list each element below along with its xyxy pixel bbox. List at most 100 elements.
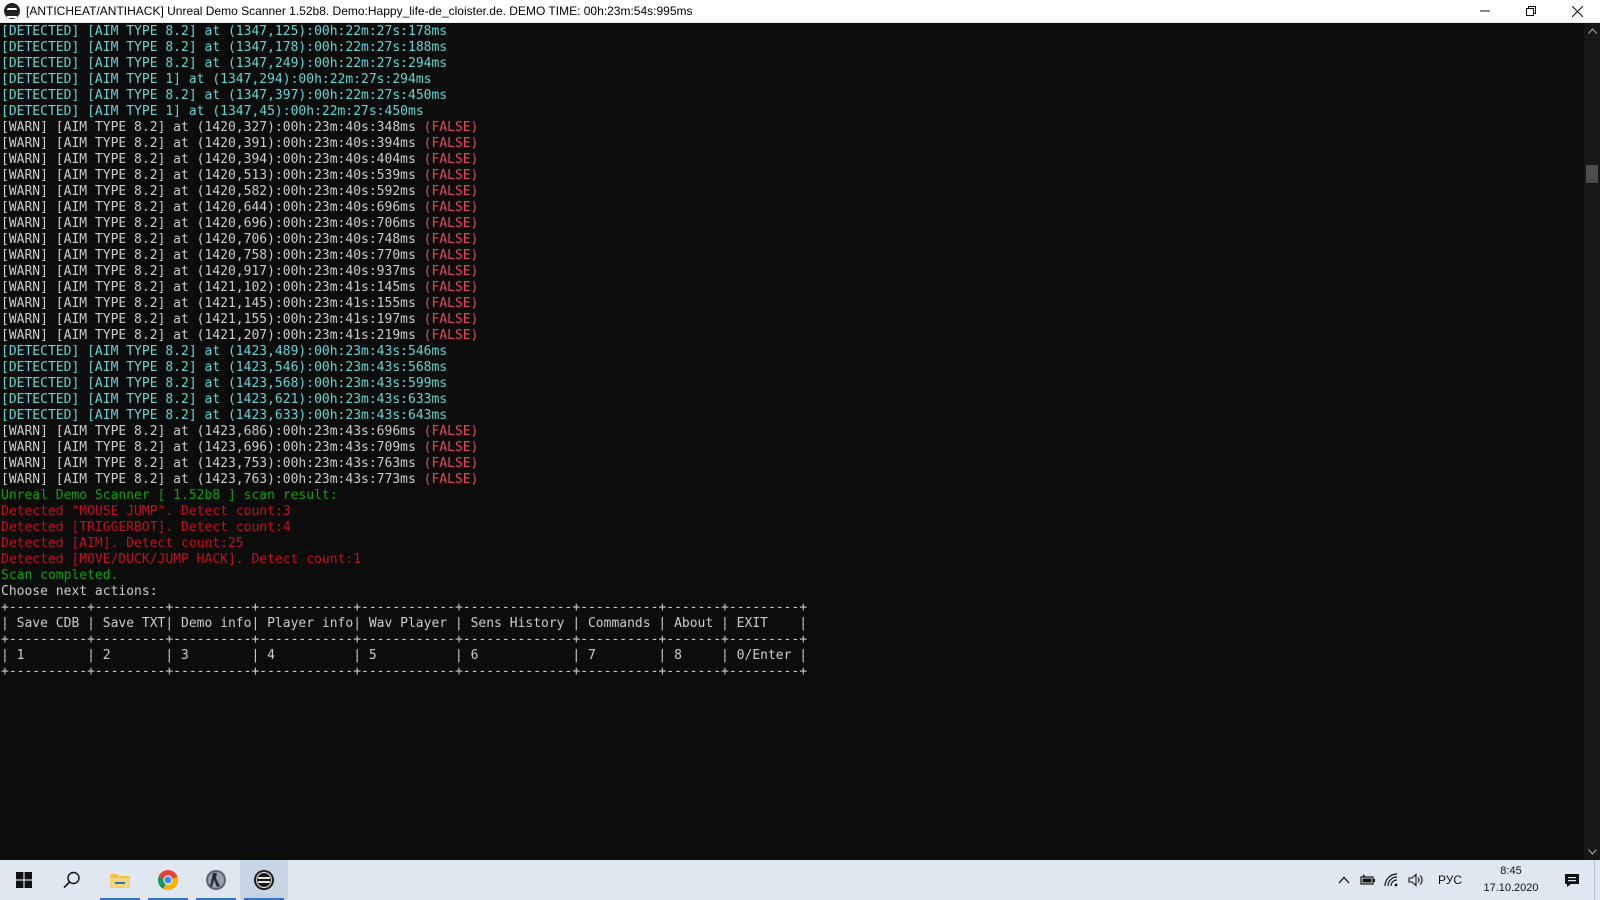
console-line-segment: [WARN] [AIM TYPE 8.2] at (1423,686):00h:… <box>1 424 424 439</box>
console-line: [DETECTED] [AIM TYPE 8.2] at (1423,568):… <box>1 376 1584 392</box>
console-line-segment: [WARN] [AIM TYPE 8.2] at (1420,644):00h:… <box>1 200 424 215</box>
system-tray: РУС 8:45 17.10.2020 <box>1332 860 1600 900</box>
console-line: [WARN] [AIM TYPE 8.2] at (1423,763):00h:… <box>1 472 1584 488</box>
menu-table-separator: | <box>87 648 103 663</box>
console-line-segment: (FALSE) <box>423 440 479 455</box>
menu-table-separator: | <box>454 648 471 663</box>
menu-option-label[interactable]: Sens History <box>471 616 573 632</box>
menu-option-key[interactable]: 0/Enter <box>737 648 800 664</box>
network-tray-button[interactable] <box>1380 860 1404 900</box>
console-line: [WARN] [AIM TYPE 8.2] at (1420,582):00h:… <box>1 184 1584 200</box>
taskbar-chrome[interactable] <box>144 860 192 900</box>
close-button[interactable] <box>1554 0 1600 23</box>
battery-tray-button[interactable] <box>1356 860 1380 900</box>
console-line-segment: [WARN] [AIM TYPE 8.2] at (1420,391):00h:… <box>1 136 424 151</box>
console-line: [WARN] [AIM TYPE 8.2] at (1421,102):00h:… <box>1 280 1584 296</box>
console-line: [DETECTED] [AIM TYPE 8.2] at (1423,633):… <box>1 408 1584 424</box>
console-line: Detected [TRIGGERBOT]. Detect count:4 <box>1 520 1584 536</box>
menu-option-label[interactable]: Wav Player <box>369 616 455 632</box>
console-line-segment: [WARN] [AIM TYPE 8.2] at (1420,513):00h:… <box>1 168 424 183</box>
console-line-segment: (FALSE) <box>423 232 479 247</box>
title-bar[interactable]: [ANTICHEAT/ANTIHACK] Unreal Demo Scanner… <box>0 0 1600 23</box>
menu-table-separator: | <box>721 616 737 631</box>
console-line-segment: (FALSE) <box>423 472 479 487</box>
console-line-segment: [WARN] [AIM TYPE 8.2] at (1420,917):00h:… <box>1 264 424 279</box>
clock[interactable]: 8:45 17.10.2020 <box>1472 863 1550 897</box>
show-desktop-button[interactable] <box>1594 860 1600 900</box>
menu-option-label[interactable]: Save TXT <box>103 616 166 632</box>
console-line: Unreal Demo Scanner [ 1.52b8 ] scan resu… <box>1 488 1584 504</box>
console-line-segment: (FALSE) <box>423 216 479 231</box>
menu-option-label[interactable]: Player info <box>267 616 353 632</box>
console-line-segment: (FALSE) <box>423 456 479 471</box>
chevron-up-icon <box>1338 876 1350 884</box>
menu-option-key[interactable]: 1 <box>17 648 87 664</box>
taskbar-counter-strike[interactable] <box>192 860 240 900</box>
taskbar-demo-scanner[interactable] <box>240 860 288 900</box>
menu-option-label[interactable]: Save CDB <box>17 616 87 632</box>
folder-icon <box>110 874 130 888</box>
menu-option-key[interactable]: 3 <box>181 648 251 664</box>
console-line-segment: (FALSE) <box>423 280 479 295</box>
console-line-segment: [DETECTED] [AIM TYPE 8.2] at (1347,125):… <box>1 24 448 39</box>
vertical-scrollbar[interactable] <box>1584 23 1600 860</box>
scanner-icon <box>254 870 274 890</box>
volume-tray-button[interactable] <box>1404 860 1428 900</box>
menu-option-key[interactable]: 6 <box>471 648 573 664</box>
console-line: [DETECTED] [AIM TYPE 1] at (1347,45):00h… <box>1 104 1584 120</box>
menu-table-separator: | <box>454 616 471 631</box>
console-line: [WARN] [AIM TYPE 8.2] at (1420,327):00h:… <box>1 120 1584 136</box>
restore-button[interactable] <box>1508 0 1554 23</box>
menu-option-key[interactable]: 5 <box>369 648 455 664</box>
input-language-indicator[interactable]: РУС <box>1428 873 1472 887</box>
menu-table-separator: | <box>87 616 103 631</box>
console-line-segment: [WARN] [AIM TYPE 8.2] at (1420,696):00h:… <box>1 216 424 231</box>
console-line-segment: (FALSE) <box>423 248 479 263</box>
console-line-segment: [DETECTED] [AIM TYPE 1] at (1347,45):00h… <box>1 104 424 119</box>
console-line: [WARN] [AIM TYPE 8.2] at (1420,706):00h:… <box>1 232 1584 248</box>
console-line-segment: [DETECTED] [AIM TYPE 8.2] at (1423,568):… <box>1 376 448 391</box>
action-center-button[interactable] <box>1550 860 1594 900</box>
menu-option-label[interactable]: Demo info <box>181 616 251 632</box>
scroll-thumb[interactable] <box>1586 164 1598 183</box>
menu-table-separator: | <box>353 648 369 663</box>
search-button[interactable] <box>48 860 96 900</box>
console-line-segment: [WARN] [AIM TYPE 8.2] at (1423,696):00h:… <box>1 440 424 455</box>
menu-option-label[interactable]: EXIT <box>737 616 800 632</box>
clock-date: 17.10.2020 <box>1483 882 1539 894</box>
menu-option-key[interactable]: 2 <box>103 648 166 664</box>
menu-option-key[interactable]: 7 <box>588 648 658 664</box>
menu-table-separator: | <box>353 616 369 631</box>
console-line: Detected "MOUSE JUMP". Detect count:3 <box>1 504 1584 520</box>
console-line: [WARN] [AIM TYPE 8.2] at (1420,513):00h:… <box>1 168 1584 184</box>
wifi-icon <box>1384 873 1398 887</box>
console-line: [WARN] [AIM TYPE 8.2] at (1420,394):00h:… <box>1 152 1584 168</box>
minimize-button[interactable] <box>1462 0 1508 23</box>
menu-table-separator: | <box>799 648 808 663</box>
minimize-icon <box>1480 10 1490 12</box>
console-line-segment: [DETECTED] [AIM TYPE 8.2] at (1423,633):… <box>1 408 448 423</box>
menu-option-label[interactable]: Commands <box>588 616 658 632</box>
console-line: [WARN] [AIM TYPE 8.2] at (1423,753):00h:… <box>1 456 1584 472</box>
menu-option-key[interactable]: 4 <box>267 648 353 664</box>
console-line: [DETECTED] [AIM TYPE 8.2] at (1423,621):… <box>1 392 1584 408</box>
console-line-segment: [WARN] [AIM TYPE 8.2] at (1420,706):00h:… <box>1 232 424 247</box>
scroll-down-button[interactable] <box>1584 844 1600 860</box>
console-output[interactable]: [DETECTED] [AIM TYPE 8.2] at (1347,125):… <box>0 23 1584 860</box>
scroll-up-button[interactable] <box>1584 23 1600 39</box>
menu-option-label[interactable]: About <box>674 616 721 632</box>
console-line: [WARN] [AIM TYPE 8.2] at (1420,391):00h:… <box>1 136 1584 152</box>
start-button[interactable] <box>0 860 48 900</box>
menu-option-key[interactable]: 8 <box>674 648 721 664</box>
menu-table-separator: | <box>165 648 182 663</box>
taskbar-file-explorer[interactable] <box>96 860 144 900</box>
console-line-segment: [WARN] [AIM TYPE 8.2] at (1420,582):00h:… <box>1 184 424 199</box>
menu-table-border: +----------+---------+----------+-------… <box>1 600 808 615</box>
console-line: [DETECTED] [AIM TYPE 8.2] at (1423,546):… <box>1 360 1584 376</box>
console-line-segment: (FALSE) <box>423 200 479 215</box>
console-line-segment: [DETECTED] [AIM TYPE 8.2] at (1347,397):… <box>1 88 448 103</box>
console-line-segment: (FALSE) <box>423 328 479 343</box>
scroll-down-icon <box>1587 849 1597 855</box>
console-line-segment: (FALSE) <box>423 424 479 439</box>
show-hidden-icons-button[interactable] <box>1332 860 1356 900</box>
